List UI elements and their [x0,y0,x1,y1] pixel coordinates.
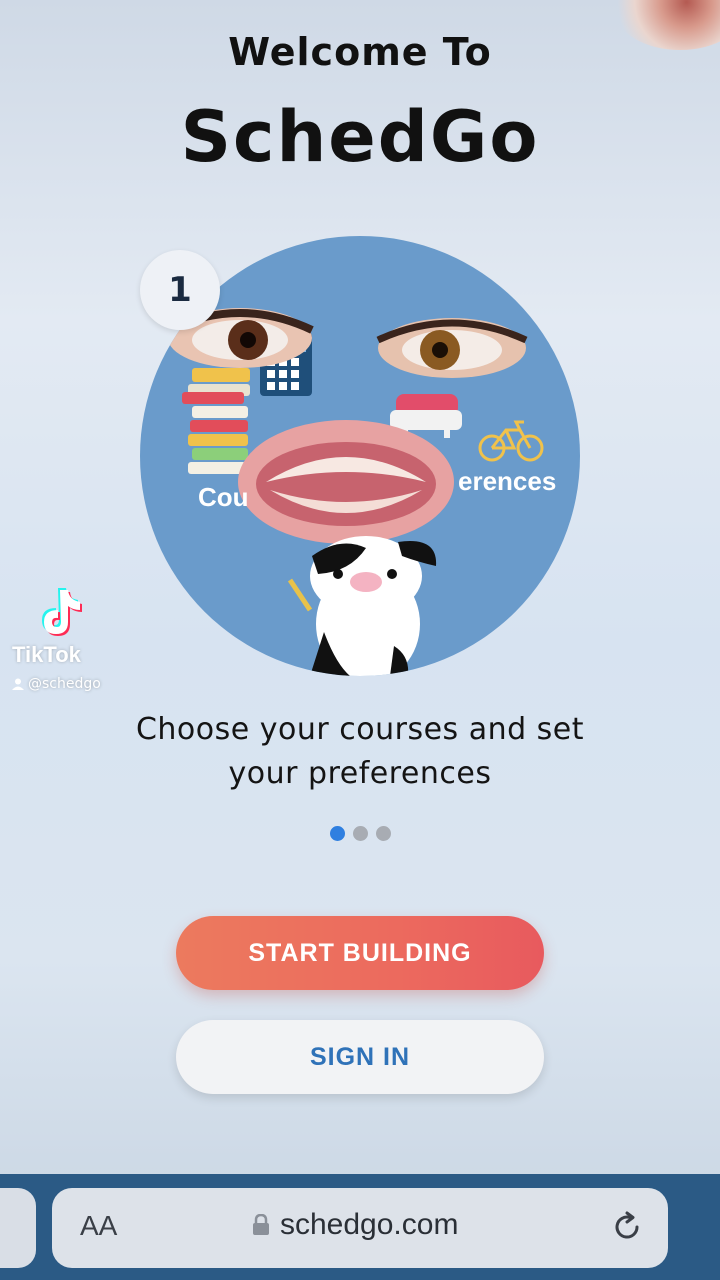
page-dot-3[interactable] [376,826,391,841]
books-icon [182,368,250,474]
text-size-label: AA [80,1210,118,1241]
caption-line-1: Choose your courses and set [135,712,585,747]
courses-label: Cou [198,482,249,512]
reload-icon[interactable] [610,1210,644,1244]
user-icon [12,678,24,690]
text-size-button[interactable]: AA [80,1210,117,1242]
eye-overlay-right [376,318,528,378]
page-dot-1[interactable] [330,826,345,841]
bicycle-icon [478,420,544,462]
mouth-overlay [238,420,454,544]
tiktok-icon [42,588,82,636]
cow-mascot [287,536,437,676]
url-text: schedgo.com [280,1208,459,1241]
tiktok-name: TikTok [12,642,81,667]
sign-in-button[interactable]: SIGN IN [176,1020,544,1094]
previous-tab-pill[interactable] [0,1188,36,1268]
caption-line-2: your preferences [228,756,492,791]
brand-title: SchedGo [180,96,540,178]
step-number-badge: 1 [140,250,220,330]
tiktok-handle: @schedgo [28,676,101,692]
lock-icon [253,1214,269,1235]
preferences-label: erences [458,466,557,496]
start-building-button[interactable]: START BUILDING [176,916,544,990]
page-indicator [330,826,391,841]
tiktok-handle-row: @schedgo [12,676,101,692]
page-dot-2[interactable] [353,826,368,841]
welcome-heading: Welcome To [228,30,492,74]
url-display[interactable]: schedgo.com [252,1208,458,1242]
onboarding-caption: Choose your courses and set your prefere… [0,708,720,796]
